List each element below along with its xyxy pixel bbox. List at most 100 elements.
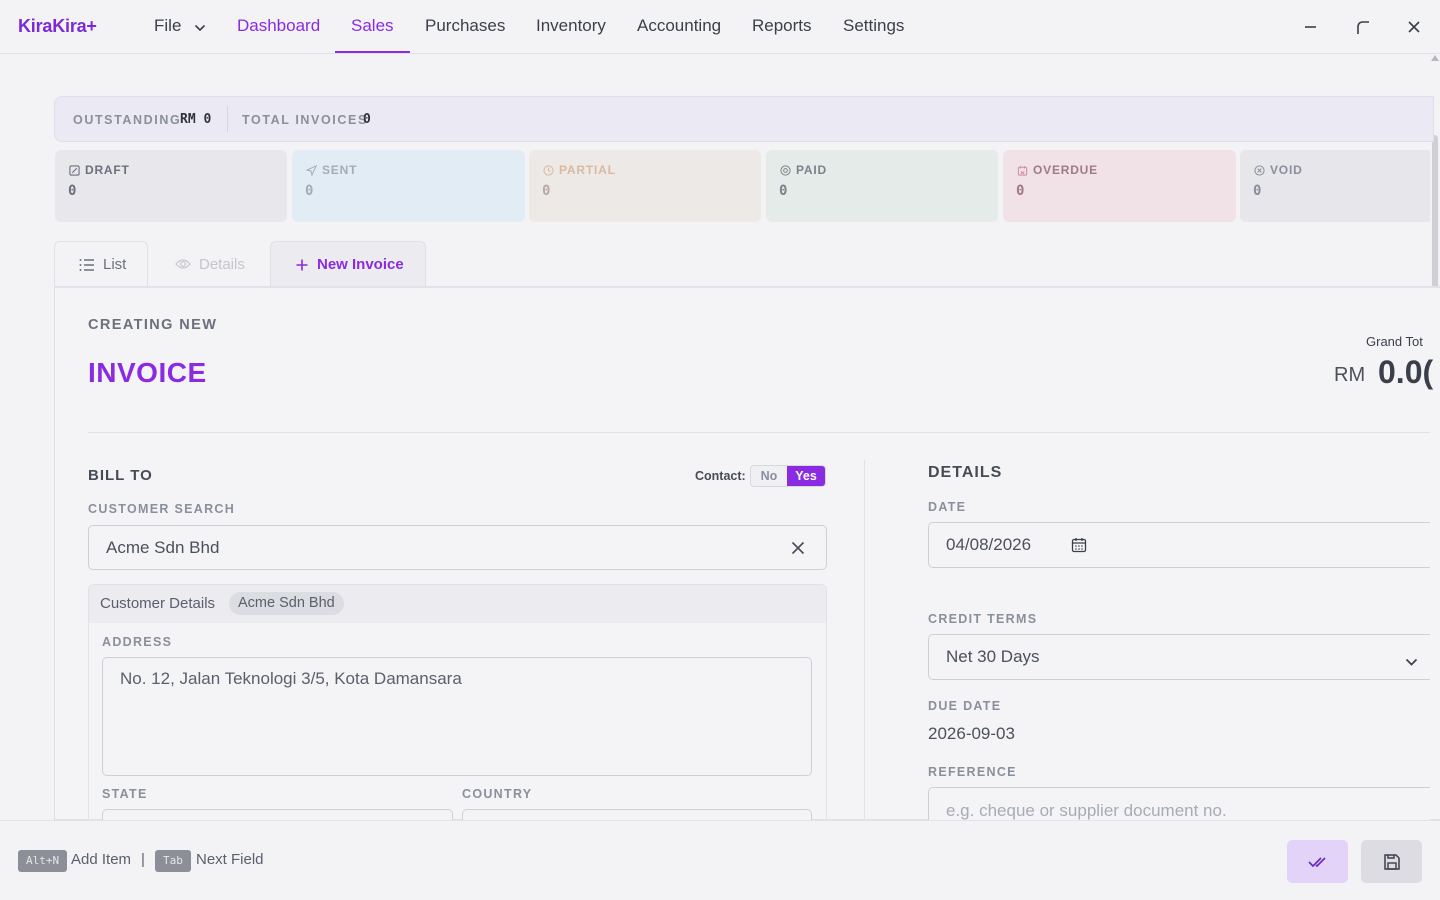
contact-yes-option[interactable]: Yes	[787, 466, 825, 486]
customer-search-label: CUSTOMER SEARCH	[88, 502, 236, 516]
column-divider	[864, 460, 865, 820]
contact-no-option[interactable]: No	[751, 466, 787, 486]
shortcut-key-next-field: Tab	[155, 850, 191, 872]
menu-file-label: File	[154, 16, 182, 35]
shortcut-label-next-field: Next Field	[196, 851, 264, 868]
double-check-icon	[1307, 856, 1326, 867]
tab-new-invoice-label: New Invoice	[317, 256, 404, 273]
status-card-value: 0	[305, 183, 314, 199]
status-card-void[interactable]: VOID 0	[1240, 150, 1430, 222]
contact-toggle[interactable]: No Yes	[750, 465, 826, 487]
status-card-partial[interactable]: PARTIAL 0	[529, 150, 761, 222]
outstanding-value: RM 0	[180, 112, 212, 127]
tab-list[interactable]: List	[54, 241, 148, 287]
customer-details-label: Customer Details	[100, 595, 216, 612]
scroll-up-arrow-icon[interactable]	[1431, 55, 1439, 61]
calendar-alert-icon	[1017, 165, 1028, 176]
status-card-label: PARTIAL	[559, 163, 616, 177]
footer-bar: Alt+N Add Item | Tab Next Field	[0, 820, 1440, 900]
status-card-label: VOID	[1270, 163, 1303, 177]
form-mode-label: CREATING NEW	[88, 317, 218, 333]
calendar-icon[interactable]	[1071, 537, 1087, 558]
date-value: 04/08/2026	[946, 535, 1032, 554]
menu-settings[interactable]: Settings	[843, 16, 904, 36]
bill-to-title: BILL TO	[88, 467, 153, 484]
void-icon	[1254, 164, 1265, 176]
address-textarea[interactable]: No. 12, Jalan Teknologi 3/5, Kota Damans…	[102, 657, 812, 776]
state-label: STATE	[102, 787, 148, 801]
shortcut-label-add-item: Add Item	[71, 851, 132, 868]
header-divider	[88, 432, 1430, 433]
credit-terms-select[interactable]: Net 30 Days	[928, 634, 1430, 680]
grand-total-currency: RM	[1334, 364, 1366, 386]
status-card-label: PAID	[796, 163, 827, 177]
summary-divider	[227, 106, 228, 132]
active-menu-indicator	[335, 51, 410, 53]
country-select[interactable]	[462, 809, 812, 820]
save-button[interactable]	[1361, 840, 1422, 883]
clock-icon	[543, 164, 554, 176]
credit-terms-label: CREDIT TERMS	[928, 612, 1038, 626]
tab-list-label: List	[103, 256, 127, 273]
chevron-down-icon	[194, 17, 206, 37]
reference-placeholder: e.g. cheque or supplier document no.	[946, 801, 1227, 820]
menu-reports[interactable]: Reports	[752, 16, 812, 36]
details-title: DETAILS	[928, 464, 1003, 481]
grand-total-label: Grand Tot	[1366, 334, 1423, 349]
menu-inventory[interactable]: Inventory	[536, 16, 606, 36]
list-icon	[79, 258, 94, 271]
customer-search-value: Acme Sdn Bhd	[106, 537, 220, 557]
outstanding-label: OUTSTANDING	[73, 113, 182, 127]
contact-toggle-label: Contact:	[695, 469, 746, 483]
tab-details-label: Details	[199, 255, 245, 273]
menu-dashboard[interactable]: Dashboard	[237, 16, 320, 36]
state-select[interactable]	[102, 809, 453, 820]
menu-file[interactable]: File	[154, 16, 206, 37]
date-input[interactable]: 04/08/2026	[928, 522, 1430, 568]
status-card-draft[interactable]: DRAFT 0	[55, 150, 287, 222]
menu-purchases[interactable]: Purchases	[425, 16, 505, 36]
title-bar: KiraKira+ File Dashboard Sales Purchases…	[0, 0, 1440, 54]
reference-input[interactable]: e.g. cheque or supplier document no.	[928, 787, 1430, 820]
send-icon	[306, 164, 317, 176]
eye-icon	[175, 259, 191, 269]
status-card-value: 0	[1253, 183, 1262, 199]
tab-details[interactable]: Details	[148, 241, 270, 287]
shortcut-separator: |	[141, 851, 145, 868]
customer-details-header[interactable]: Customer Details Acme Sdn Bhd	[89, 585, 826, 623]
customer-search-input[interactable]: Acme Sdn Bhd	[88, 525, 827, 570]
finalize-button[interactable]	[1287, 840, 1348, 883]
due-date-value: 2026-09-03	[928, 724, 1015, 743]
invoice-summary-strip: OUTSTANDING RM 0 TOTAL INVOICES 0	[54, 96, 1434, 142]
status-card-value: 0	[779, 183, 788, 199]
status-card-value: 0	[542, 183, 551, 199]
save-icon	[1383, 853, 1400, 870]
maximize-icon[interactable]	[1353, 17, 1373, 37]
minimize-icon[interactable]	[1300, 17, 1320, 37]
tab-new-invoice[interactable]: New Invoice	[270, 241, 426, 287]
clear-icon[interactable]	[791, 540, 805, 560]
status-card-sent[interactable]: SENT 0	[292, 150, 525, 222]
status-card-value: 0	[1016, 183, 1025, 199]
plus-icon	[296, 259, 308, 270]
draft-icon	[69, 164, 80, 176]
status-card-paid[interactable]: PAID 0	[766, 150, 998, 222]
menu-accounting[interactable]: Accounting	[637, 16, 721, 36]
status-card-label: DRAFT	[85, 163, 130, 177]
status-card-value: 0	[68, 183, 77, 199]
status-card-overdue[interactable]: OVERDUE 0	[1003, 150, 1236, 222]
app-logo: KiraKira+	[18, 16, 97, 36]
due-date-label: DUE DATE	[928, 699, 1002, 713]
paid-icon	[780, 164, 791, 176]
country-label: COUNTRY	[462, 787, 533, 801]
total-invoices-value: 0	[363, 112, 371, 127]
address-label: ADDRESS	[102, 635, 173, 649]
customer-chip: Acme Sdn Bhd	[229, 592, 344, 615]
grand-total-value: 0.0(	[1378, 354, 1434, 390]
shortcut-key-add-item: Alt+N	[18, 850, 68, 872]
close-icon[interactable]	[1404, 17, 1424, 37]
date-label: DATE	[928, 500, 967, 514]
reference-label: REFERENCE	[928, 765, 1017, 779]
menu-sales[interactable]: Sales	[351, 16, 394, 36]
credit-terms-value: Net 30 Days	[946, 647, 1040, 666]
